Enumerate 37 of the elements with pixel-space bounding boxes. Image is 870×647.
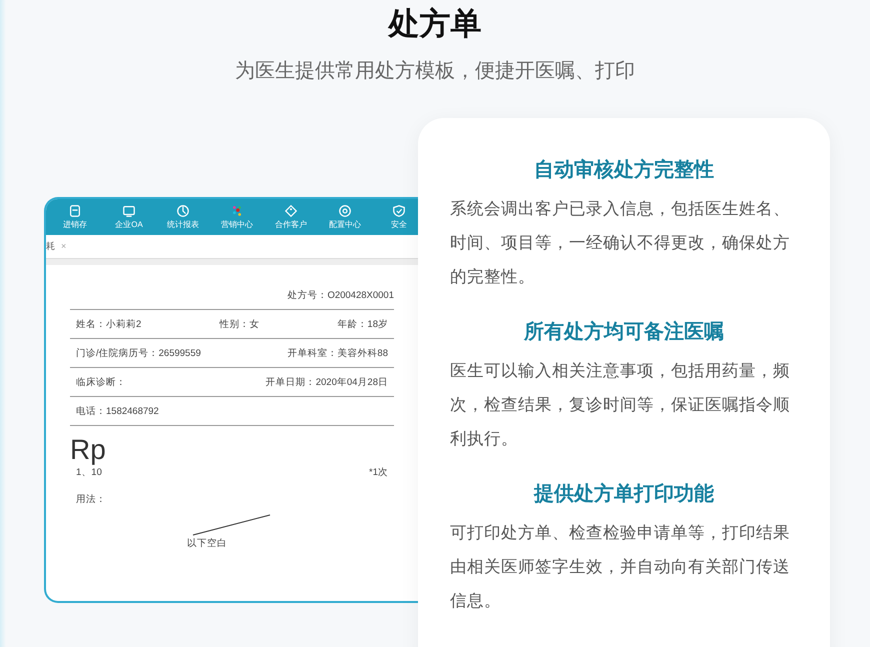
colored-dots-icon (230, 204, 244, 218)
feature-heading: 自动审核处方完整性 (533, 158, 715, 183)
section-subtitle: 为医生提供常用处方模板，便捷开医嘱、打印 (235, 57, 635, 84)
section-title: 处方单 (388, 5, 482, 43)
nav-item[interactable]: 企业OA (102, 204, 156, 230)
prescription-number: 处方号：O200428X0001 (287, 289, 394, 303)
form-field-text: 开单日期：2020年04月28日 (266, 376, 388, 390)
usage-label: 用法： (75, 492, 107, 506)
feature-text: 医生可以输入相关注意事项，包括用药量，频次，检查结果，复诊时间等，保证医嘱指令顺利执行。 (450, 361, 791, 450)
drug-item: 1、10 (76, 466, 102, 480)
tag-icon (284, 204, 298, 218)
dose-text: *1次 (369, 466, 388, 480)
form-field-text: 开单科室：美容外科88 (287, 347, 388, 361)
box-icon (68, 204, 82, 218)
ring-icon (338, 204, 352, 218)
nav-item[interactable]: 配置中心 (318, 204, 372, 230)
rp-mark: Rp (70, 434, 107, 466)
tab[interactable]: 耗 × (46, 240, 66, 254)
form-field-text: 姓名：小莉莉2 (76, 318, 142, 332)
monitor-icon (122, 204, 136, 218)
nav-item[interactable]: 进销存 (48, 204, 102, 230)
form-field-text: 性别：女 (219, 318, 260, 332)
feature-heading: 提供处方单打印功能 (532, 482, 715, 507)
feature-heading: 所有处方均可备注医嘱 (522, 320, 725, 345)
feature-text: 系统会调出客户已录入信息，包括医生姓名、时间、项目等，一经确认不得更改，确保处方的完整性。 (450, 199, 791, 288)
nav-item[interactable]: 统计报表 (156, 204, 210, 230)
nav-item[interactable]: 营销中心 (210, 204, 264, 230)
form-field-text: 门诊/住院病历号：26599559 (76, 347, 201, 361)
feature-text: 可打印处方单、检查检验申请单等，打印结果由相关医师签字生效，并自动向有关部门传送信息。 (450, 523, 791, 612)
form-field-text: 电话：1582468792 (76, 405, 159, 419)
form-field-text: 年龄：18岁 (337, 318, 388, 332)
nav-item[interactable]: 安全 (372, 204, 418, 230)
form-field-text: 临床诊断： (76, 376, 126, 390)
clock-icon (176, 204, 190, 218)
blank-below-text: 以下空白 (187, 536, 227, 551)
shield-icon (392, 204, 406, 218)
nav-item[interactable]: 合作客户 (264, 204, 318, 230)
